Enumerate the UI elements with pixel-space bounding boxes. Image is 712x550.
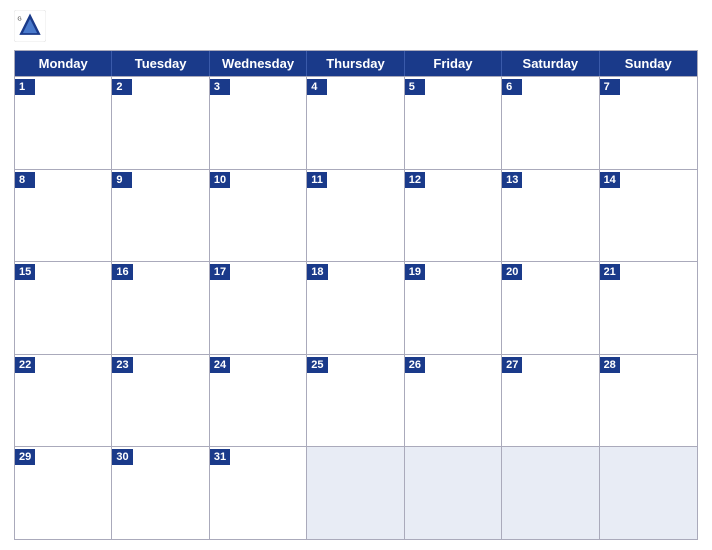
svg-text:G: G <box>18 17 22 23</box>
date-number: 17 <box>210 264 230 280</box>
date-number: 29 <box>15 449 35 465</box>
week-row-1: 1 2 3 4 5 6 7 <box>15 76 697 169</box>
calendar-cell: 17 <box>210 262 307 354</box>
calendar-cell: 23 <box>112 355 209 447</box>
day-header-friday: Friday <box>405 51 502 76</box>
day-header-thursday: Thursday <box>307 51 404 76</box>
day-header-monday: Monday <box>15 51 112 76</box>
header: G <box>14 10 698 42</box>
date-number: 31 <box>210 449 230 465</box>
calendar-grid: MondayTuesdayWednesdayThursdayFridaySatu… <box>14 50 698 540</box>
date-number: 18 <box>307 264 327 280</box>
date-number: 20 <box>502 264 522 280</box>
calendar-cell: 26 <box>405 355 502 447</box>
calendar-cell: 31 <box>210 447 307 539</box>
calendar-cell <box>502 447 599 539</box>
calendar-cell: 15 <box>15 262 112 354</box>
day-header-sunday: Sunday <box>600 51 697 76</box>
calendar-cell: 20 <box>502 262 599 354</box>
date-number: 8 <box>15 172 35 188</box>
calendar-cell: 6 <box>502 77 599 169</box>
day-header-saturday: Saturday <box>502 51 599 76</box>
calendar-cell: 29 <box>15 447 112 539</box>
calendar-cell <box>600 447 697 539</box>
date-number: 30 <box>112 449 132 465</box>
week-row-5: 29 30 31 <box>15 446 697 539</box>
calendar-cell: 1 <box>15 77 112 169</box>
calendar-cell: 27 <box>502 355 599 447</box>
date-number: 7 <box>600 79 620 95</box>
generalblue-logo-icon: G <box>14 10 46 42</box>
date-number: 4 <box>307 79 327 95</box>
date-number: 13 <box>502 172 522 188</box>
date-number: 5 <box>405 79 425 95</box>
calendar-cell: 14 <box>600 170 697 262</box>
calendar-cell: 16 <box>112 262 209 354</box>
date-number: 26 <box>405 357 425 373</box>
calendar-cell: 5 <box>405 77 502 169</box>
date-number: 21 <box>600 264 620 280</box>
day-header-wednesday: Wednesday <box>210 51 307 76</box>
logo: G <box>14 10 50 42</box>
calendar-page: G MondayTuesdayWednesdayThursdayFridaySa… <box>0 0 712 550</box>
weeks-container: 1234567891011121314151617181920212223242… <box>15 76 697 539</box>
calendar-cell: 28 <box>600 355 697 447</box>
calendar-cell: 21 <box>600 262 697 354</box>
calendar-cell: 18 <box>307 262 404 354</box>
calendar-cell: 9 <box>112 170 209 262</box>
day-header-tuesday: Tuesday <box>112 51 209 76</box>
calendar-cell: 25 <box>307 355 404 447</box>
date-number: 27 <box>502 357 522 373</box>
date-number: 14 <box>600 172 620 188</box>
date-number: 1 <box>15 79 35 95</box>
calendar-cell: 7 <box>600 77 697 169</box>
date-number: 25 <box>307 357 327 373</box>
week-row-3: 15 16 17 18 19 20 21 <box>15 261 697 354</box>
date-number: 15 <box>15 264 35 280</box>
calendar-cell: 22 <box>15 355 112 447</box>
date-number: 9 <box>112 172 132 188</box>
week-row-2: 8 9 10 11 12 13 14 <box>15 169 697 262</box>
calendar-cell: 3 <box>210 77 307 169</box>
days-header: MondayTuesdayWednesdayThursdayFridaySatu… <box>15 51 697 76</box>
date-number: 11 <box>307 172 327 188</box>
calendar-cell: 10 <box>210 170 307 262</box>
calendar-cell: 30 <box>112 447 209 539</box>
date-number: 10 <box>210 172 230 188</box>
calendar-cell: 12 <box>405 170 502 262</box>
date-number: 19 <box>405 264 425 280</box>
date-number: 16 <box>112 264 132 280</box>
date-number: 2 <box>112 79 132 95</box>
date-number: 22 <box>15 357 35 373</box>
week-row-4: 22 23 24 25 26 27 28 <box>15 354 697 447</box>
date-number: 23 <box>112 357 132 373</box>
calendar-cell <box>307 447 404 539</box>
date-number: 6 <box>502 79 522 95</box>
calendar-cell: 13 <box>502 170 599 262</box>
calendar-cell: 4 <box>307 77 404 169</box>
calendar-cell: 19 <box>405 262 502 354</box>
date-number: 3 <box>210 79 230 95</box>
date-number: 28 <box>600 357 620 373</box>
date-number: 24 <box>210 357 230 373</box>
calendar-cell: 2 <box>112 77 209 169</box>
calendar-cell: 24 <box>210 355 307 447</box>
calendar-cell: 11 <box>307 170 404 262</box>
date-number: 12 <box>405 172 425 188</box>
calendar-cell: 8 <box>15 170 112 262</box>
calendar-cell <box>405 447 502 539</box>
